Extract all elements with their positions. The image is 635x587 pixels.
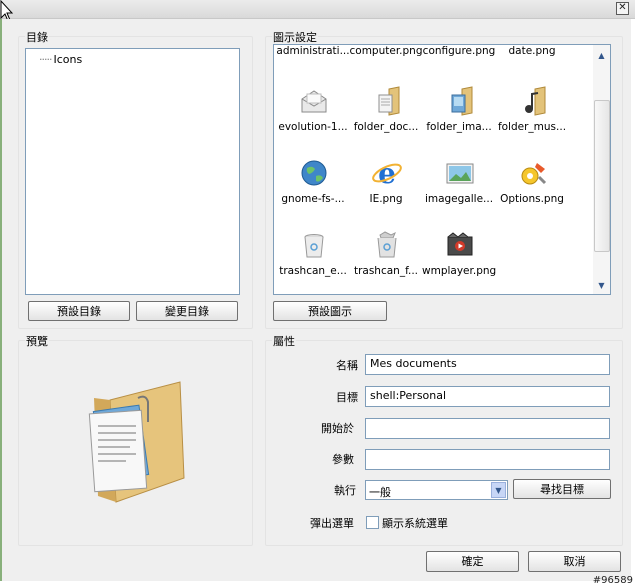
- change-directory-button[interactable]: 變更目錄: [136, 301, 238, 321]
- run-label: 執行: [334, 484, 356, 497]
- trash-full-icon: [377, 231, 397, 258]
- icon-caption: date.png: [508, 45, 556, 57]
- icon-grid: administrati... computer.png configure.p…: [274, 45, 592, 294]
- icon-caption: folder_ima...: [426, 121, 492, 133]
- arguments-label: 參數: [332, 453, 354, 466]
- icon-list[interactable]: administrati... computer.png configure.p…: [273, 44, 611, 295]
- icon-item[interactable]: folder_doc...: [349, 85, 421, 157]
- chevron-down-icon[interactable]: ▼: [491, 482, 506, 498]
- icon-item[interactable]: gnome-fs-...: [276, 157, 348, 229]
- icon-item[interactable]: wmplayer.png: [422, 229, 497, 294]
- ok-button[interactable]: 確定: [426, 551, 519, 572]
- icon-item[interactable]: administrati...: [276, 45, 350, 81]
- popup-menu-label: 彈出選單: [310, 517, 354, 530]
- icon-item[interactable]: trashcan_e...: [276, 229, 348, 294]
- scroll-up-icon[interactable]: ▲: [593, 47, 610, 64]
- show-system-menu-label[interactable]: 顯示系統選單: [382, 515, 448, 531]
- icon-caption: administrati...: [276, 45, 350, 57]
- run-mode-value: 一般: [369, 486, 391, 499]
- scroll-down-icon[interactable]: ▼: [593, 277, 610, 294]
- find-target-button[interactable]: 尋找目標: [513, 479, 611, 499]
- media-player-icon: [447, 232, 473, 256]
- target-field[interactable]: shell:Personal: [365, 386, 610, 407]
- watermark: #96589: [592, 575, 633, 586]
- folder-images-icon: [451, 86, 473, 116]
- folder-documents-icon: [378, 86, 400, 116]
- name-field[interactable]: Mes documents: [365, 354, 610, 375]
- icon-item[interactable]: e IE.png: [349, 157, 421, 229]
- icon-item[interactable]: trashcan_f...: [349, 229, 421, 294]
- icon-caption: gnome-fs-...: [281, 193, 345, 205]
- preview-group-label: 預覽: [25, 333, 49, 349]
- title-bar: ✕: [0, 0, 635, 19]
- icon-caption: trashcan_f...: [353, 265, 419, 277]
- folder-documents-icon: [88, 381, 185, 503]
- icon-item[interactable]: folder_ima...: [422, 85, 494, 157]
- icon-caption: folder_mus...: [497, 121, 567, 133]
- icon-caption: IE.png: [369, 193, 403, 205]
- start-in-field[interactable]: [365, 418, 610, 439]
- scrollbar-thumb[interactable]: [594, 100, 610, 252]
- icon-item[interactable]: evolution-1...: [276, 85, 348, 157]
- directory-group-label: 目錄: [25, 29, 49, 45]
- name-label: 名稱: [336, 359, 358, 372]
- svg-text:e: e: [378, 157, 396, 189]
- icon-item[interactable]: imagegalle...: [422, 157, 494, 229]
- icon-caption: folder_doc...: [353, 121, 419, 133]
- icon-caption: evolution-1...: [278, 121, 348, 133]
- icon-caption: trashcan_e...: [279, 265, 347, 277]
- tree-connector: ·····: [39, 53, 53, 66]
- run-mode-select[interactable]: 一般 ▼: [365, 480, 508, 500]
- properties-group-label: 屬性: [272, 333, 296, 349]
- options-icon: [521, 163, 547, 185]
- start-in-label: 開始於: [321, 422, 354, 435]
- show-system-menu-checkbox[interactable]: [366, 516, 379, 529]
- icon-item[interactable]: date.png: [495, 45, 567, 81]
- globe-icon: [301, 160, 327, 186]
- icon-caption: wmplayer.png: [422, 265, 497, 277]
- envelope-icon: [301, 90, 327, 113]
- icon-list-scrollbar[interactable]: ▲ ▼: [593, 45, 610, 294]
- icon-caption: configure.png: [422, 45, 496, 57]
- icon-item[interactable]: computer.png: [349, 45, 423, 81]
- arguments-field[interactable]: [365, 449, 610, 470]
- default-directory-button[interactable]: 預設目錄: [28, 301, 130, 321]
- directory-tree[interactable]: ····· Icons: [25, 48, 240, 295]
- icon-caption: computer.png: [349, 45, 423, 57]
- cancel-button[interactable]: 取消: [528, 551, 621, 572]
- target-label: 目標: [336, 391, 358, 404]
- trash-empty-icon: [304, 234, 324, 258]
- tree-item-icons[interactable]: ····· Icons: [39, 53, 82, 66]
- ie-icon: e: [372, 157, 402, 189]
- icon-item[interactable]: configure.png: [422, 45, 496, 81]
- default-icon-button[interactable]: 預設圖示: [273, 301, 387, 321]
- icon-settings-group-label: 圖示設定: [272, 29, 318, 45]
- close-button[interactable]: ✕: [616, 2, 629, 15]
- folder-music-icon: [525, 86, 546, 116]
- icon-caption: imagegalle...: [424, 193, 494, 205]
- icon-caption: Options.png: [500, 193, 564, 205]
- image-gallery-icon: [446, 163, 474, 184]
- icon-item[interactable]: folder_mus...: [495, 85, 567, 157]
- tree-item-label: Icons: [53, 53, 83, 66]
- icon-item[interactable]: Options.png: [495, 157, 567, 229]
